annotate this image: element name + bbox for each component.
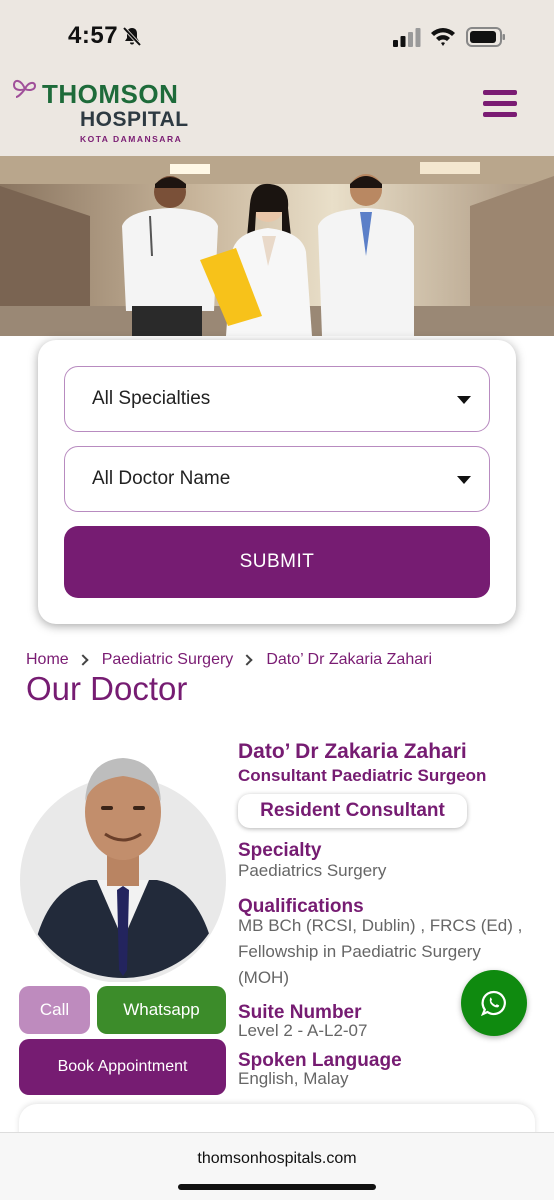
home-indicator[interactable]	[178, 1184, 376, 1190]
site-header: THOMSON HOSPITAL KOTA DAMANSARA	[0, 72, 554, 156]
doctor-title: Consultant Paediatric Surgeon	[238, 766, 487, 785]
whatsapp-icon	[481, 990, 506, 1016]
chevron-right-icon	[77, 654, 89, 666]
brand-sub[interactable]: HOSPITAL	[80, 108, 189, 132]
spoken-language-value: English, Malay	[238, 1069, 349, 1088]
status-badge: Resident Consultant	[238, 794, 467, 828]
url-text[interactable]: thomsonhospitals.com	[0, 1150, 554, 1168]
chevron-right-icon	[241, 654, 253, 666]
status-bar: 4:57	[0, 0, 554, 72]
doctor-name-select-value: All Doctor Name	[92, 468, 231, 489]
doctor-name-select[interactable]: All Doctor Name	[64, 446, 490, 512]
whatsapp-button[interactable]: Whatsapp	[97, 986, 226, 1034]
hero-banner	[0, 156, 554, 336]
specialty-value: Paediatrics Surgery	[238, 861, 387, 880]
specialty-select-value: All Specialties	[92, 388, 211, 409]
book-appointment-button[interactable]: Book Appointment	[19, 1039, 226, 1095]
breadcrumb-specialty[interactable]: Paediatric Surgery	[102, 651, 234, 669]
page-title: Our Doctor	[26, 670, 188, 707]
breadcrumb-current: Dato’ Dr Zakaria Zahari	[266, 651, 432, 668]
butterfly-logo-icon[interactable]	[12, 77, 38, 99]
call-button[interactable]: Call	[19, 986, 90, 1034]
doctor-name: Dato’ Dr Zakaria Zahari	[238, 740, 467, 763]
doctor-photo	[19, 740, 227, 982]
submit-button[interactable]: SUBMIT	[64, 526, 490, 598]
hamburger-menu-icon[interactable]	[483, 90, 517, 124]
wifi-icon	[431, 28, 455, 46]
battery-icon	[466, 27, 505, 47]
browser-url-bar[interactable]: thomsonhospitals.com	[0, 1132, 554, 1200]
doctor-search-card: All Specialties All Doctor Name SUBMIT	[38, 340, 516, 624]
specialty-select[interactable]: All Specialties	[64, 366, 490, 432]
cellular-signal-icon	[393, 28, 421, 47]
brand-location: KOTA DAMANSARA	[80, 134, 183, 144]
caret-down-icon	[457, 476, 471, 484]
hero-doctors-image	[0, 156, 554, 336]
caret-down-icon	[457, 396, 471, 404]
whatsapp-float-button[interactable]	[461, 970, 527, 1036]
bell-off-icon	[122, 26, 142, 46]
brand-name[interactable]: THOMSON	[42, 79, 178, 110]
breadcrumb: Home Paediatric Surgery Dato’ Dr Zakaria…	[26, 650, 432, 670]
status-time: 4:57	[68, 22, 119, 49]
breadcrumb-home[interactable]: Home	[26, 651, 69, 669]
